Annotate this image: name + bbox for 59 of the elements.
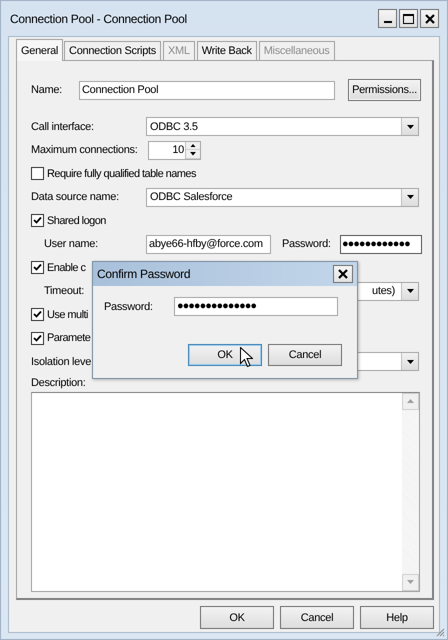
cursor-icon: [240, 347, 253, 368]
tab[interactable]: General: [16, 39, 64, 61]
dropdown[interactable]: ODBC Salesforce: [146, 188, 419, 207]
checkbox-label: Use multi: [47, 308, 88, 321]
dialog-button[interactable]: Cancel: [268, 344, 342, 366]
tab[interactable]: Connection Scripts: [64, 41, 161, 60]
dropdown-value: utes): [371, 285, 396, 298]
checkbox-label: Paramete: [47, 332, 90, 344]
dropdown[interactable]: ODBC 3.5: [146, 117, 419, 136]
minimize-button[interactable]: [378, 9, 397, 28]
description-field[interactable]: [31, 392, 420, 592]
checkbox[interactable]: [31, 261, 44, 274]
checkbox[interactable]: [31, 167, 44, 180]
field-label: Password:: [104, 300, 154, 312]
close-icon: [424, 14, 434, 24]
checkbox[interactable]: [31, 332, 44, 345]
user-name-field[interactable]: abye66-hfby@force.com: [146, 234, 271, 254]
dialog-button[interactable]: Cancel: [280, 606, 354, 629]
scrollbar[interactable]: [402, 392, 419, 590]
password-field[interactable]: ●●●●●●●●●●●●●●: [174, 297, 338, 316]
field-label: Data source name:: [31, 191, 120, 204]
resize-grip-icon: [435, 627, 445, 637]
field-label: Timeout:: [43, 285, 85, 298]
checkbox-label: Enable c: [47, 262, 86, 274]
dropdown-value: ODBC 3.5: [149, 120, 199, 133]
maximize-icon: [403, 14, 414, 24]
field-label: Call interface:: [31, 120, 95, 133]
name-field[interactable]: Connection Pool: [79, 80, 335, 100]
checkbox-label: Require fully qualified table names: [47, 168, 196, 180]
field-label: Password:: [282, 238, 332, 250]
window-title: Connection Pool - Connection Pool: [10, 12, 188, 26]
down-arrow-icon: [407, 580, 414, 584]
dropdown-value: ODBC Salesforce: [149, 191, 234, 204]
checkbox-label: Shared logon: [47, 214, 106, 227]
dialog-title: Confirm Password: [97, 267, 192, 281]
dialog-button[interactable]: Help: [360, 606, 434, 629]
dropdown-arrow-icon: [406, 360, 414, 364]
permissions-button[interactable]: Permissions...: [348, 79, 421, 101]
close-icon: [338, 269, 348, 279]
tab[interactable]: Write Back: [196, 41, 257, 60]
dropdown-arrow-icon: [406, 289, 414, 294]
dropdown-arrow-icon: [406, 124, 414, 129]
field-label: Maximum connections:: [31, 144, 138, 156]
password-field[interactable]: ●●●●●●●●●●●●: [340, 234, 422, 254]
number-spinner[interactable]: 10: [148, 140, 201, 160]
field-label: Description:: [31, 376, 86, 388]
maximize-button[interactable]: [399, 9, 418, 28]
close-button[interactable]: [333, 265, 353, 283]
dropdown-arrow-icon: [406, 195, 414, 200]
close-button[interactable]: [420, 9, 439, 28]
dialog-button[interactable]: OK: [200, 606, 274, 629]
up-arrow-icon: [407, 399, 414, 403]
field-label: Name:: [31, 84, 63, 96]
field-label: Isolation leve: [31, 356, 92, 368]
dialog-button[interactable]: OK: [188, 344, 262, 366]
field-label: User name:: [43, 238, 99, 250]
minimize-icon: [384, 21, 392, 24]
checkbox[interactable]: [31, 214, 44, 228]
checkbox[interactable]: [31, 308, 44, 322]
